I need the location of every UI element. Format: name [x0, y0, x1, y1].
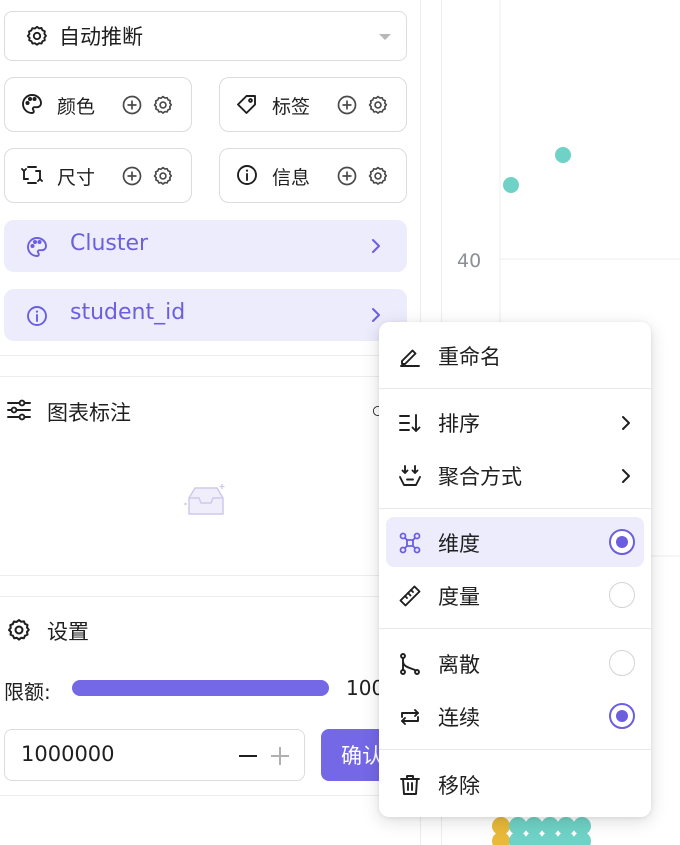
branch-icon [398, 652, 422, 676]
data-point[interactable] [492, 832, 510, 845]
trash-icon [398, 773, 422, 797]
data-point[interactable] [503, 177, 519, 193]
mark-type-select[interactable]: 自动推断 [4, 11, 407, 61]
size-channel-button[interactable]: 尺寸 [4, 148, 192, 203]
menu-item-continuous[interactable]: 连续 [386, 691, 644, 741]
menu-item-label: 维度 [438, 532, 480, 556]
add-circle-icon[interactable] [121, 165, 143, 187]
data-point[interactable] [541, 832, 559, 845]
data-point[interactable] [525, 832, 543, 845]
field-pill-student-id[interactable]: student_id [4, 289, 407, 341]
field-context-menu: 重命名 排序 聚合方式 维度 度量 离散 连续 移除 [379, 322, 651, 817]
gear-icon[interactable] [152, 165, 174, 187]
divider [0, 596, 421, 597]
annotations-title: 图表标注 [47, 401, 131, 425]
menu-separator [379, 749, 651, 750]
menu-item-label: 聚合方式 [438, 465, 522, 489]
menu-item-sort[interactable]: 排序 [386, 397, 644, 447]
menu-item-measure[interactable]: 度量 [386, 570, 644, 620]
info-channel-button[interactable]: 信息 [219, 148, 407, 203]
menu-item-label: 排序 [438, 412, 480, 436]
menu-item-label: 连续 [438, 706, 480, 730]
data-point[interactable] [557, 832, 575, 845]
data-point[interactable] [555, 147, 571, 163]
divider [0, 795, 421, 796]
palette-icon [20, 92, 44, 116]
palette-icon [25, 235, 49, 259]
aggregate-icon [398, 464, 422, 488]
label-channel-button[interactable]: 标签 [219, 77, 407, 132]
tag-icon [235, 92, 259, 116]
info-channel-label: 信息 [272, 167, 311, 189]
add-circle-icon[interactable] [336, 94, 358, 116]
info-icon [25, 304, 49, 328]
chevron-down-icon [379, 34, 391, 40]
gear-icon[interactable] [367, 94, 389, 116]
chevron-right-icon [620, 467, 632, 485]
radio-selected[interactable] [609, 703, 635, 729]
empty-inbox-icon [183, 482, 229, 520]
sliders-icon [6, 398, 32, 422]
color-channel-button[interactable]: 颜色 [4, 77, 192, 132]
chevron-right-icon [620, 414, 632, 432]
menu-item-rename[interactable]: 重命名 [386, 330, 644, 380]
add-circle-icon[interactable] [336, 165, 358, 187]
menu-item-label: 度量 [438, 585, 480, 609]
minus-icon[interactable] [237, 745, 259, 767]
ruler-icon [398, 584, 422, 608]
sort-icon [398, 411, 422, 435]
dimension-icon [398, 531, 422, 555]
limit-input-value: 1000000 [21, 742, 115, 766]
menu-item-label: 重命名 [438, 345, 501, 369]
mark-type-label: 自动推断 [59, 25, 143, 49]
limit-number-input[interactable]: 1000000 [4, 729, 305, 781]
settings-title: 设置 [47, 620, 89, 644]
menu-separator [379, 388, 651, 389]
radio-unselected[interactable] [609, 650, 635, 676]
divider [0, 376, 421, 377]
menu-item-discrete[interactable]: 离散 [386, 638, 644, 688]
radio-unselected[interactable] [609, 582, 635, 608]
limit-label: 限额: [4, 680, 51, 704]
limit-slider[interactable] [72, 680, 329, 696]
radio-selected[interactable] [609, 529, 635, 555]
menu-item-remove[interactable]: 移除 [386, 759, 644, 809]
data-point[interactable] [573, 832, 591, 845]
gear-icon[interactable] [152, 94, 174, 116]
edit-icon [398, 344, 422, 368]
label-channel-label: 标签 [272, 96, 311, 118]
plus-icon[interactable] [269, 745, 291, 767]
menu-item-label: 离散 [438, 653, 480, 677]
data-point[interactable] [509, 832, 527, 845]
divider [0, 575, 421, 576]
menu-item-dimension[interactable]: 维度 [386, 517, 644, 567]
color-channel-label: 颜色 [57, 96, 96, 118]
menu-separator [379, 508, 651, 509]
resize-icon [20, 163, 44, 187]
gear-icon[interactable] [367, 165, 389, 187]
menu-separator [379, 628, 651, 629]
menu-item-label: 移除 [438, 774, 480, 798]
info-icon [235, 163, 259, 187]
field-pill-cluster[interactable]: Cluster [4, 220, 407, 272]
chevron-right-icon[interactable] [370, 237, 382, 255]
y-tick-label: 40 [457, 250, 481, 272]
size-channel-label: 尺寸 [57, 167, 96, 189]
add-circle-icon[interactable] [121, 94, 143, 116]
gear-icon [25, 24, 49, 48]
gear-icon [6, 617, 32, 643]
divider [0, 355, 421, 356]
field-name: student_id [70, 300, 186, 325]
loop-icon [398, 705, 422, 729]
encoding-panel: 自动推断 颜色 标签 尺寸 信息 Cluster student_id 图表标注… [0, 0, 421, 845]
menu-item-aggregate[interactable]: 聚合方式 [386, 450, 644, 500]
chevron-right-icon[interactable] [370, 306, 382, 324]
field-name: Cluster [70, 231, 149, 256]
